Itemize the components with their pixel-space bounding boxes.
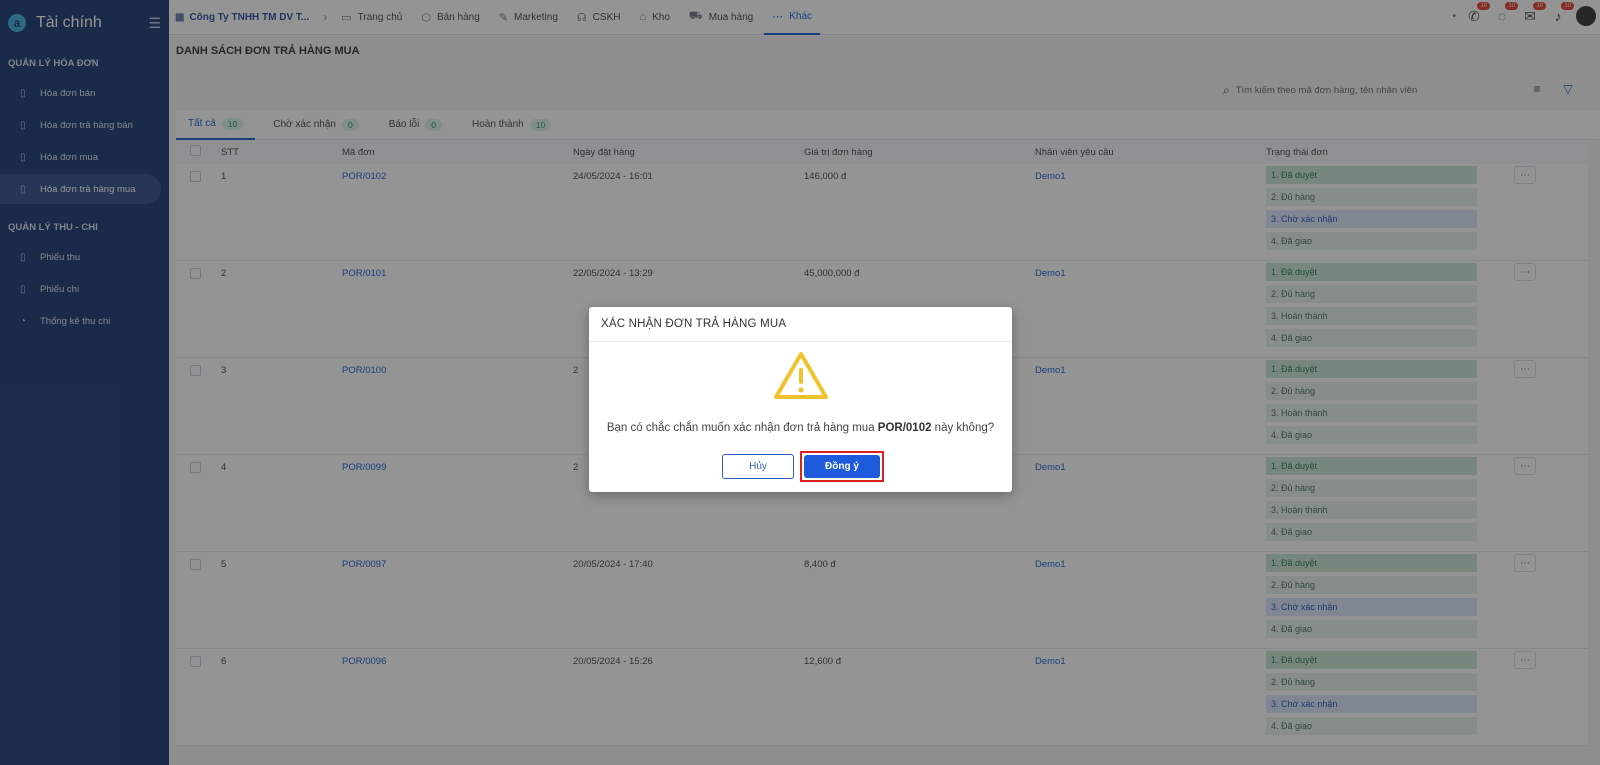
message-order-code: POR/0102 bbox=[877, 422, 932, 434]
cancel-button[interactable]: Hủy bbox=[722, 454, 794, 479]
dialog-title: XÁC NHẬN ĐƠN TRẢ HÀNG MUA bbox=[589, 307, 1012, 342]
highlight-box: Đồng ý bbox=[800, 451, 884, 482]
warning-icon bbox=[774, 352, 828, 399]
confirm-dialog: XÁC NHẬN ĐƠN TRẢ HÀNG MUA Bạn có chắc ch… bbox=[589, 307, 1012, 492]
dialog-message: Bạn có chắc chắn muốn xác nhận đơn trả h… bbox=[589, 422, 1012, 434]
message-text: Bạn có chắc chắn muốn xác nhận đơn trả h… bbox=[606, 422, 878, 434]
confirm-button[interactable]: Đồng ý bbox=[804, 455, 880, 478]
message-text-end: này không? bbox=[931, 422, 995, 434]
